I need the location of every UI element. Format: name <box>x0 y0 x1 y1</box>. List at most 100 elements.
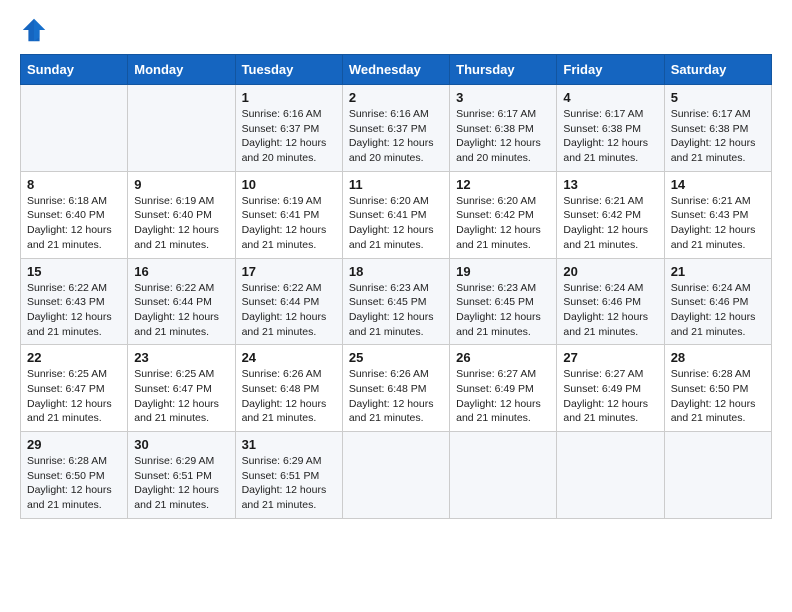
day-number: 21 <box>671 264 765 279</box>
calendar-cell: 14Sunrise: 6:21 AMSunset: 6:43 PMDayligh… <box>664 171 771 258</box>
calendar-cell: 30Sunrise: 6:29 AMSunset: 6:51 PMDayligh… <box>128 432 235 519</box>
day-number: 16 <box>134 264 228 279</box>
day-info: Sunrise: 6:16 AMSunset: 6:37 PMDaylight:… <box>242 107 336 166</box>
day-number: 1 <box>242 90 336 105</box>
day-number: 9 <box>134 177 228 192</box>
day-info: Sunrise: 6:25 AMSunset: 6:47 PMDaylight:… <box>134 367 228 426</box>
day-info: Sunrise: 6:24 AMSunset: 6:46 PMDaylight:… <box>671 281 765 340</box>
day-number: 20 <box>563 264 657 279</box>
week-row-3: 15 Sunrise: 6:22 AMSunset: 6:43 PMDayligh… <box>21 258 772 345</box>
day-number: 22 <box>27 350 121 365</box>
calendar-cell: 22Sunrise: 6:25 AMSunset: 6:47 PMDayligh… <box>21 345 128 432</box>
day-info: Sunrise: 6:20 AMSunset: 6:42 PMDaylight:… <box>456 194 550 253</box>
calendar-cell: 9 Sunrise: 6:19 AMSunset: 6:40 PMDaylight… <box>128 171 235 258</box>
day-info: Sunrise: 6:23 AMSunset: 6:45 PMDaylight:… <box>456 281 550 340</box>
calendar-cell: 18 Sunrise: 6:23 AMSunset: 6:45 PMDayligh… <box>342 258 449 345</box>
day-info: Sunrise: 6:27 AMSunset: 6:49 PMDaylight:… <box>456 367 550 426</box>
header-monday: Monday <box>128 55 235 85</box>
day-number: 8 <box>27 177 121 192</box>
page: SundayMondayTuesdayWednesdayThursdayFrid… <box>0 0 792 612</box>
calendar-cell: 26Sunrise: 6:27 AMSunset: 6:49 PMDayligh… <box>450 345 557 432</box>
day-info: Sunrise: 6:26 AMSunset: 6:48 PMDaylight:… <box>349 367 443 426</box>
calendar-cell: 20 Sunrise: 6:24 AMSunset: 6:46 PMDayligh… <box>557 258 664 345</box>
day-number: 11 <box>349 177 443 192</box>
day-info: Sunrise: 6:22 AMSunset: 6:43 PMDaylight:… <box>27 281 121 340</box>
day-number: 15 <box>27 264 121 279</box>
day-info: Sunrise: 6:28 AMSunset: 6:50 PMDaylight:… <box>27 454 121 513</box>
calendar-cell <box>664 432 771 519</box>
day-info: Sunrise: 6:29 AMSunset: 6:51 PMDaylight:… <box>242 454 336 513</box>
calendar-cell: 24Sunrise: 6:26 AMSunset: 6:48 PMDayligh… <box>235 345 342 432</box>
day-info: Sunrise: 6:28 AMSunset: 6:50 PMDaylight:… <box>671 367 765 426</box>
day-info: Sunrise: 6:24 AMSunset: 6:46 PMDaylight:… <box>563 281 657 340</box>
day-number: 10 <box>242 177 336 192</box>
week-row-4: 22 Sunrise: 6:25 AMSunset: 6:47 PMDayligh… <box>21 345 772 432</box>
calendar-cell: 19 Sunrise: 6:23 AMSunset: 6:45 PMDayligh… <box>450 258 557 345</box>
week-row-2: 8 Sunrise: 6:18 AMSunset: 6:40 PMDaylight… <box>21 171 772 258</box>
day-info: Sunrise: 6:20 AMSunset: 6:41 PMDaylight:… <box>349 194 443 253</box>
header <box>20 16 772 44</box>
day-info: Sunrise: 6:21 AMSunset: 6:43 PMDaylight:… <box>671 194 765 253</box>
day-info: Sunrise: 6:17 AMSunset: 6:38 PMDaylight:… <box>671 107 765 166</box>
calendar-cell: 8 Sunrise: 6:18 AMSunset: 6:40 PMDaylight… <box>21 171 128 258</box>
calendar-cell: 27 Sunrise: 6:27 AMSunset: 6:49 PMDayligh… <box>557 345 664 432</box>
week-row-1: 1 Sunrise: 6:16 AMSunset: 6:37 PMDaylight… <box>21 85 772 172</box>
calendar-table: SundayMondayTuesdayWednesdayThursdayFrid… <box>20 54 772 519</box>
day-info: Sunrise: 6:23 AMSunset: 6:45 PMDaylight:… <box>349 281 443 340</box>
calendar-cell: 5 Sunrise: 6:17 AMSunset: 6:38 PMDaylight… <box>664 85 771 172</box>
header-sunday: Sunday <box>21 55 128 85</box>
day-number: 19 <box>456 264 550 279</box>
calendar-cell: 23 Sunrise: 6:25 AMSunset: 6:47 PMDayligh… <box>128 345 235 432</box>
day-info: Sunrise: 6:19 AMSunset: 6:40 PMDaylight:… <box>134 194 228 253</box>
calendar-cell: 1 Sunrise: 6:16 AMSunset: 6:37 PMDaylight… <box>235 85 342 172</box>
day-number: 28 <box>671 350 765 365</box>
calendar-cell: 13 Sunrise: 6:21 AMSunset: 6:42 PMDayligh… <box>557 171 664 258</box>
header-friday: Friday <box>557 55 664 85</box>
calendar-cell <box>342 432 449 519</box>
day-number: 31 <box>242 437 336 452</box>
day-number: 18 <box>349 264 443 279</box>
calendar-cell: 31 Sunrise: 6:29 AMSunset: 6:51 PMDayligh… <box>235 432 342 519</box>
day-info: Sunrise: 6:16 AMSunset: 6:37 PMDaylight:… <box>349 107 443 166</box>
calendar-cell: 11 Sunrise: 6:20 AMSunset: 6:41 PMDayligh… <box>342 171 449 258</box>
day-info: Sunrise: 6:18 AMSunset: 6:40 PMDaylight:… <box>27 194 121 253</box>
calendar-cell: 25 Sunrise: 6:26 AMSunset: 6:48 PMDayligh… <box>342 345 449 432</box>
day-number: 13 <box>563 177 657 192</box>
day-info: Sunrise: 6:17 AMSunset: 6:38 PMDaylight:… <box>456 107 550 166</box>
calendar-cell: 4Sunrise: 6:17 AMSunset: 6:38 PMDaylight… <box>557 85 664 172</box>
calendar-cell: 2 Sunrise: 6:16 AMSunset: 6:37 PMDaylight… <box>342 85 449 172</box>
day-number: 30 <box>134 437 228 452</box>
header-tuesday: Tuesday <box>235 55 342 85</box>
logo-icon <box>20 16 48 44</box>
calendar-cell <box>450 432 557 519</box>
calendar-cell: 12 Sunrise: 6:20 AMSunset: 6:42 PMDayligh… <box>450 171 557 258</box>
calendar-cell: 29 Sunrise: 6:28 AMSunset: 6:50 PMDayligh… <box>21 432 128 519</box>
day-number: 27 <box>563 350 657 365</box>
week-row-5: 29 Sunrise: 6:28 AMSunset: 6:50 PMDayligh… <box>21 432 772 519</box>
header-thursday: Thursday <box>450 55 557 85</box>
header-saturday: Saturday <box>664 55 771 85</box>
day-number: 24 <box>242 350 336 365</box>
day-number: 2 <box>349 90 443 105</box>
calendar-cell: 28 Sunrise: 6:28 AMSunset: 6:50 PMDayligh… <box>664 345 771 432</box>
day-info: Sunrise: 6:22 AMSunset: 6:44 PMDaylight:… <box>134 281 228 340</box>
day-number: 4 <box>563 90 657 105</box>
calendar-cell: 16 Sunrise: 6:22 AMSunset: 6:44 PMDayligh… <box>128 258 235 345</box>
calendar-cell: 21 Sunrise: 6:24 AMSunset: 6:46 PMDayligh… <box>664 258 771 345</box>
day-number: 3 <box>456 90 550 105</box>
calendar-cell <box>128 85 235 172</box>
calendar-cell: 15 Sunrise: 6:22 AMSunset: 6:43 PMDayligh… <box>21 258 128 345</box>
day-info: Sunrise: 6:21 AMSunset: 6:42 PMDaylight:… <box>563 194 657 253</box>
day-number: 5 <box>671 90 765 105</box>
day-number: 17 <box>242 264 336 279</box>
calendar-cell <box>21 85 128 172</box>
day-number: 12 <box>456 177 550 192</box>
day-info: Sunrise: 6:27 AMSunset: 6:49 PMDaylight:… <box>563 367 657 426</box>
day-number: 29 <box>27 437 121 452</box>
day-number: 23 <box>134 350 228 365</box>
header-wednesday: Wednesday <box>342 55 449 85</box>
day-number: 25 <box>349 350 443 365</box>
day-info: Sunrise: 6:19 AMSunset: 6:41 PMDaylight:… <box>242 194 336 253</box>
calendar-cell: 17 Sunrise: 6:22 AMSunset: 6:44 PMDayligh… <box>235 258 342 345</box>
day-info: Sunrise: 6:22 AMSunset: 6:44 PMDaylight:… <box>242 281 336 340</box>
